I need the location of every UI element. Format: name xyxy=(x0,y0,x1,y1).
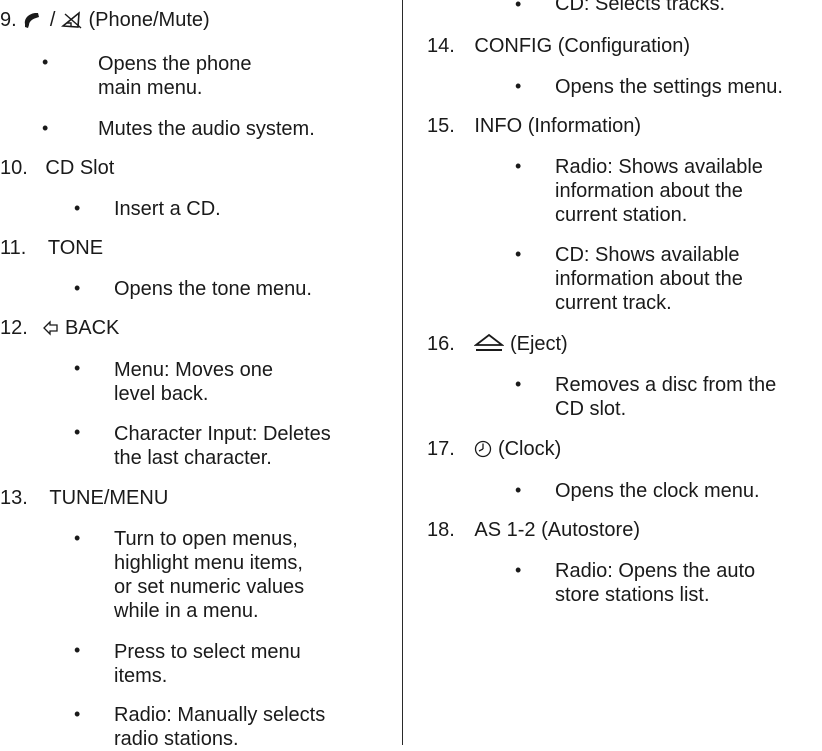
item-14-label: CONFIG (Configuration) xyxy=(474,35,690,57)
item-15-number: 15. xyxy=(427,115,455,137)
item-13-heading: 13. TUNE/MENU xyxy=(0,486,168,510)
bullet-dot: • xyxy=(515,76,522,96)
item-13-number: 13. xyxy=(0,487,28,509)
item-12-bullet-1-line-1: Menu: Moves one xyxy=(114,359,273,381)
item-16-number: 16. xyxy=(427,333,455,355)
item-14-heading: 14. CONFIG (Configuration) xyxy=(427,34,690,58)
bullet-dot: • xyxy=(515,480,522,500)
item-11-label: TONE xyxy=(47,237,104,259)
bullet-dot: • xyxy=(515,374,522,394)
bullet-dot: • xyxy=(74,198,81,218)
bullet-dot: • xyxy=(42,52,49,72)
item-15-label: INFO (Information) xyxy=(474,115,642,137)
item-13-cont-bullet-line-1: CD: Selects tracks. xyxy=(555,0,726,15)
item-12-bullet-2-line-2: the last character. xyxy=(114,447,272,469)
item-9-heading: 9. / (Phone/Mute) xyxy=(0,8,210,32)
bullet-dot: • xyxy=(515,0,522,14)
eject-icon xyxy=(474,333,510,355)
item-13-bullet-3-line-2: radio stations. xyxy=(114,728,239,750)
item-16-bullet-1-line-1: Removes a disc from the xyxy=(555,374,777,396)
item-12-number: 12. xyxy=(0,317,28,339)
item-13-bullet-3-line-1: Radio: Manually selects xyxy=(114,704,326,726)
item-14-number: 14. xyxy=(427,35,455,57)
item-13-bullet-1-line-1: Turn to open menus, xyxy=(114,528,298,550)
bullet-dot: • xyxy=(74,704,81,724)
item-13-bullet-1-line-2: highlight menu items, xyxy=(114,552,303,574)
phone-icon xyxy=(22,9,50,31)
bullet-dot: • xyxy=(515,156,522,176)
item-18-bullet-1-line-1: Radio: Opens the auto xyxy=(555,560,756,582)
item-11-number: 11. xyxy=(0,237,27,259)
bullet-dot: • xyxy=(42,118,49,138)
item-13-bullet-2-line-1: Press to select menu xyxy=(114,641,301,663)
item-12-label: BACK xyxy=(64,317,120,339)
item-9-bullet-1-line-2: main menu. xyxy=(98,77,203,99)
item-15-bullet-2-line-3: current track. xyxy=(555,292,672,314)
item-13-label: TUNE/MENU xyxy=(49,487,169,509)
item-15-bullet-2-line-1: CD: Shows available xyxy=(555,244,740,266)
item-13-bullet-1-line-4: while in a menu. xyxy=(114,600,259,622)
column-divider xyxy=(402,0,403,745)
item-9-label: (Phone/Mute) xyxy=(88,9,210,31)
item-17-heading: 17. (Clock) xyxy=(427,437,561,461)
item-12-bullet-2-line-1: Character Input: Deletes xyxy=(114,423,331,445)
bullet-dot: • xyxy=(515,244,522,264)
item-10-heading: 10. CD Slot xyxy=(0,156,114,180)
item-9-bullet-1-line-1: Opens the phone xyxy=(98,53,252,75)
item-10-bullet-1-line-1: Insert a CD. xyxy=(114,198,221,220)
item-18-number: 18. xyxy=(427,519,455,541)
bullet-dot: • xyxy=(74,278,81,298)
item-14-bullet-1-line-1: Opens the settings menu. xyxy=(555,76,783,98)
item-15-heading: 15. INFO (Information) xyxy=(427,114,641,138)
item-15-bullet-1-line-1: Radio: Shows available xyxy=(555,156,763,178)
item-13-bullet-1-line-3: or set numeric values xyxy=(114,576,305,598)
item-16-label: (Eject) xyxy=(509,333,568,355)
item-15-bullet-1-line-2: information about the xyxy=(555,180,743,202)
item-13-bullet-2-line-2: items. xyxy=(114,665,168,687)
item-17-bullet-1-line-1: Opens the clock menu. xyxy=(555,480,760,502)
bullet-dot: • xyxy=(74,358,81,378)
bullet-dot: • xyxy=(74,528,81,548)
item-18-heading: 18. AS 1-2 (Autostore) xyxy=(427,518,640,542)
item-12-heading: 12. BACK xyxy=(0,316,119,340)
item-11-heading: 11. TONE xyxy=(0,236,103,260)
clock-icon xyxy=(474,438,498,460)
item-18-label: AS 1-2 (Autostore) xyxy=(474,519,640,541)
item-11-bullet-1-line-1: Opens the tone menu. xyxy=(114,278,312,300)
item-18-bullet-1-line-2: store stations list. xyxy=(555,584,710,606)
bullet-dot: • xyxy=(515,560,522,580)
item-9-bullet-2-line-1: Mutes the audio system. xyxy=(98,118,315,140)
item-17-number: 17. xyxy=(427,438,455,460)
bullet-dot: • xyxy=(74,422,81,442)
phone-mute-separator: / xyxy=(49,9,56,31)
item-9-number: 9. xyxy=(0,9,17,31)
item-12-bullet-1-line-2: level back. xyxy=(114,383,209,405)
item-15-bullet-2-line-2: information about the xyxy=(555,268,743,290)
item-17-label: (Clock) xyxy=(497,438,562,460)
item-10-number: 10. xyxy=(0,157,28,179)
bullet-dot: • xyxy=(74,640,81,660)
item-10-label: CD Slot xyxy=(45,157,115,179)
item-15-bullet-1-line-3: current station. xyxy=(555,204,688,226)
item-16-bullet-1-line-2: CD slot. xyxy=(555,398,627,420)
item-16-heading: 16. (Eject) xyxy=(427,332,568,356)
back-arrow-icon xyxy=(43,317,65,339)
mute-icon xyxy=(60,9,89,31)
